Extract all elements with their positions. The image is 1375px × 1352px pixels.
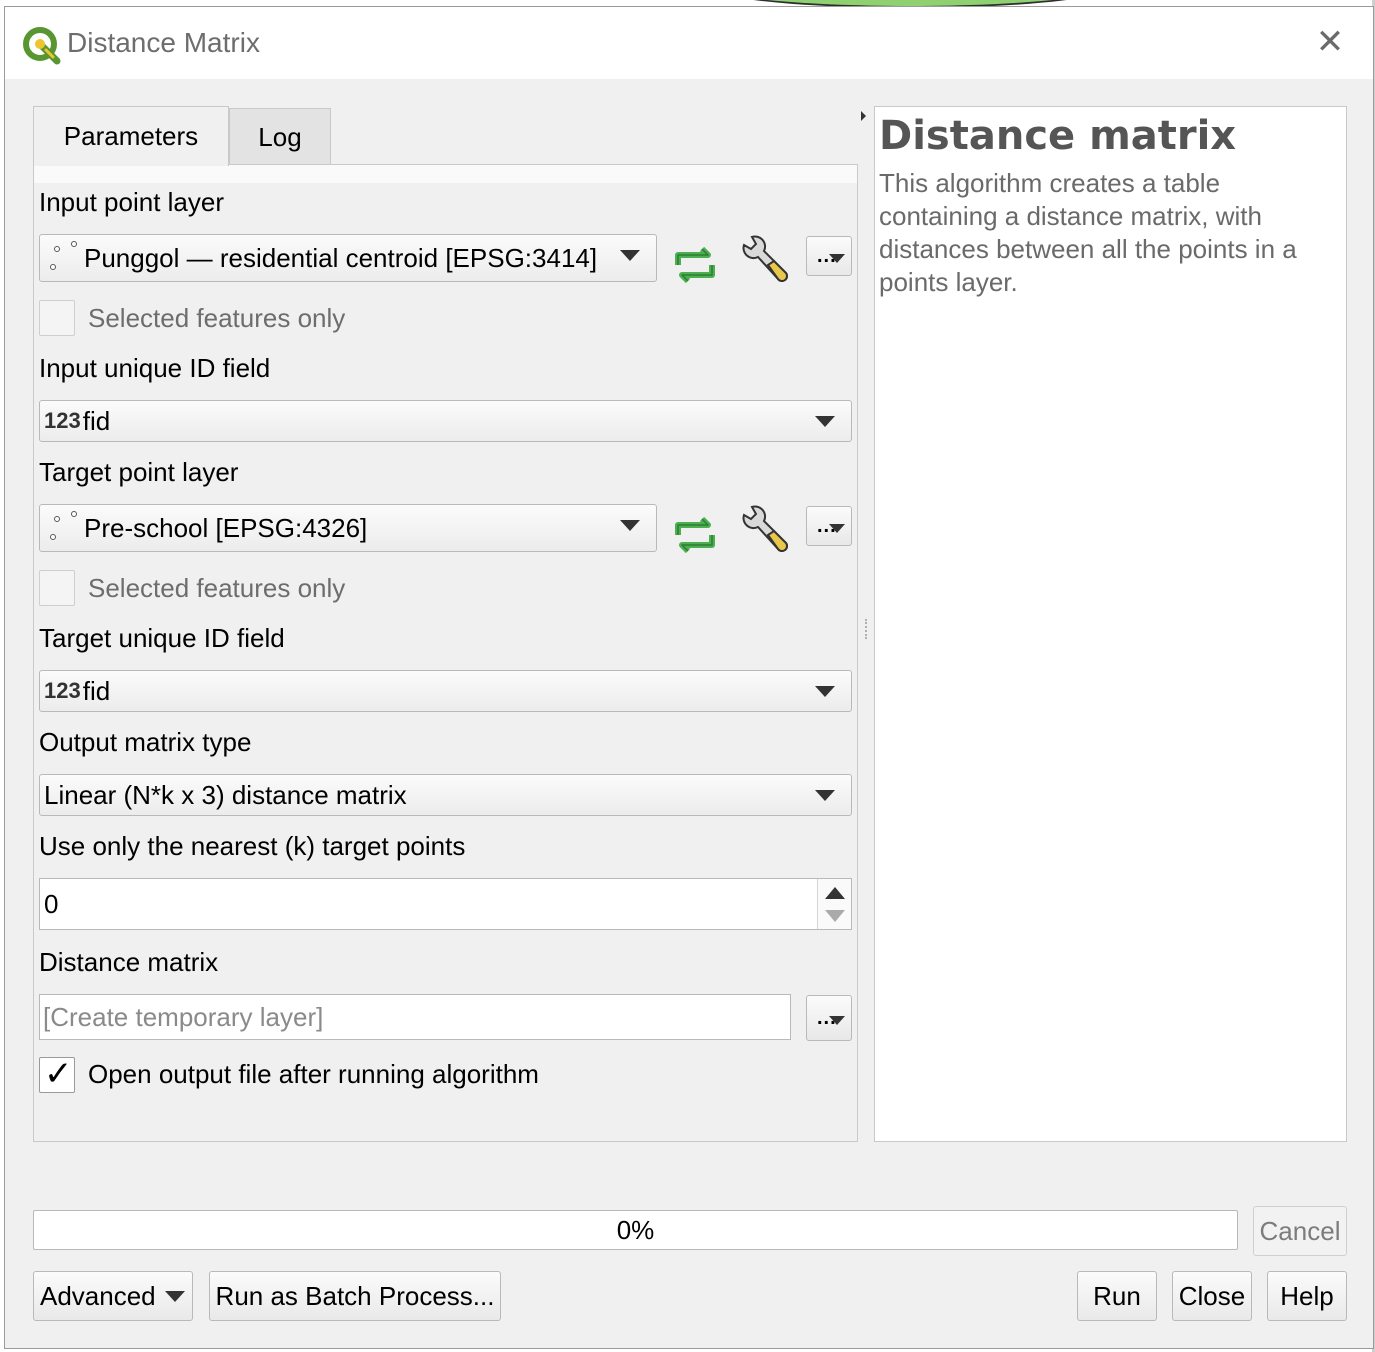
- open-output-checkbox[interactable]: ✓: [39, 1055, 75, 1093]
- input-layer-combo[interactable]: Punggol — residential centroid [EPSG:341…: [39, 234, 657, 282]
- tab-log[interactable]: Log: [229, 108, 331, 166]
- panel-top-strip: [34, 165, 857, 183]
- chevron-down-icon: [815, 686, 835, 697]
- spin-buttons: [817, 879, 851, 929]
- input-layer-options-button[interactable]: ...: [806, 236, 852, 276]
- tab-parameters[interactable]: Parameters: [33, 106, 229, 166]
- qgis-logo-icon: [23, 27, 61, 65]
- advanced-label: Advanced: [40, 1280, 156, 1311]
- wrench-icon[interactable]: [738, 505, 792, 559]
- run-button[interactable]: Run: [1077, 1271, 1157, 1321]
- target-layer-combo[interactable]: Pre-school [EPSG:4326]: [39, 504, 657, 552]
- input-id-label: Input unique ID field: [39, 353, 271, 383]
- splitter-collapse-icon[interactable]: [861, 111, 866, 121]
- help-description: This algorithm creates a table containin…: [879, 168, 1297, 297]
- close-button[interactable]: Close: [1172, 1271, 1252, 1321]
- advanced-button[interactable]: Advanced: [33, 1271, 193, 1321]
- nearest-k-spinbox[interactable]: 0: [39, 878, 852, 930]
- title-bar: Distance Matrix ✕: [5, 7, 1373, 79]
- point-layer-icon: [44, 238, 84, 278]
- output-destination-input[interactable]: [Create temporary layer]: [39, 994, 791, 1040]
- input-id-value: fid: [82, 405, 111, 436]
- input-selected-only-label: Selected features only: [88, 303, 346, 333]
- input-selected-only-checkbox[interactable]: [39, 300, 75, 336]
- chevron-down-icon: [815, 416, 835, 427]
- input-layer-label: Input point layer: [39, 187, 225, 217]
- target-selected-only-checkbox[interactable]: [39, 570, 75, 606]
- output-browse-button[interactable]: ...: [806, 995, 852, 1041]
- integer-field-icon: 123: [44, 678, 81, 703]
- progress-bar: 0%: [33, 1210, 1238, 1250]
- spin-up-icon[interactable]: [825, 887, 845, 899]
- target-id-combo[interactable]: 123 fid: [39, 670, 852, 712]
- input-layer-value: Punggol — residential centroid [EPSG:341…: [84, 242, 598, 273]
- input-id-combo[interactable]: 123 fid: [39, 400, 852, 442]
- refresh-icon[interactable]: [668, 508, 722, 562]
- distance-matrix-dialog: Distance Matrix ✕ Parameters Log Input p…: [4, 6, 1374, 1349]
- matrix-type-combo[interactable]: Linear (N*k x 3) distance matrix: [39, 774, 852, 816]
- target-layer-label: Target point layer: [39, 457, 239, 487]
- point-layer-icon: [44, 508, 84, 548]
- cancel-button[interactable]: Cancel: [1253, 1206, 1347, 1256]
- target-layer-options-button[interactable]: ...: [806, 506, 852, 546]
- parameters-panel: Input point layer Punggol — residential …: [33, 164, 858, 1142]
- spin-down-icon[interactable]: [825, 910, 845, 922]
- progress-text: 0%: [616, 1214, 655, 1245]
- chevron-down-icon: [829, 524, 845, 533]
- help-panel: Distance matrix This algorithm creates a…: [874, 106, 1347, 1142]
- target-id-label: Target unique ID field: [39, 623, 285, 653]
- output-label: Distance matrix: [39, 947, 219, 977]
- nearest-k-label: Use only the nearest (k) target points: [39, 831, 466, 861]
- close-icon[interactable]: ✕: [1313, 25, 1347, 59]
- target-layer-value: Pre-school [EPSG:4326]: [84, 512, 368, 543]
- target-selected-only-label: Selected features only: [88, 573, 346, 603]
- open-output-label: Open output file after running algorithm: [88, 1059, 539, 1089]
- checkmark-icon: ✓: [44, 1055, 73, 1093]
- refresh-icon[interactable]: [668, 238, 722, 292]
- chevron-down-icon: [165, 1291, 185, 1302]
- run-as-batch-button[interactable]: Run as Batch Process...: [209, 1271, 501, 1321]
- help-button[interactable]: Help: [1267, 1271, 1347, 1321]
- splitter-handle[interactable]: [865, 619, 867, 639]
- nearest-k-value: 0: [44, 888, 59, 919]
- window-title: Distance Matrix: [67, 27, 260, 58]
- chevron-down-icon: [829, 254, 845, 263]
- integer-field-icon: 123: [44, 408, 81, 433]
- target-id-value: fid: [82, 675, 111, 706]
- help-title: Distance matrix: [879, 113, 1237, 159]
- wrench-icon[interactable]: [738, 235, 792, 289]
- chevron-down-icon: [829, 1016, 845, 1025]
- chevron-down-icon: [620, 250, 640, 261]
- chevron-down-icon: [620, 520, 640, 531]
- matrix-type-value: Linear (N*k x 3) distance matrix: [44, 779, 407, 810]
- chevron-down-icon: [815, 790, 835, 801]
- matrix-type-label: Output matrix type: [39, 727, 252, 757]
